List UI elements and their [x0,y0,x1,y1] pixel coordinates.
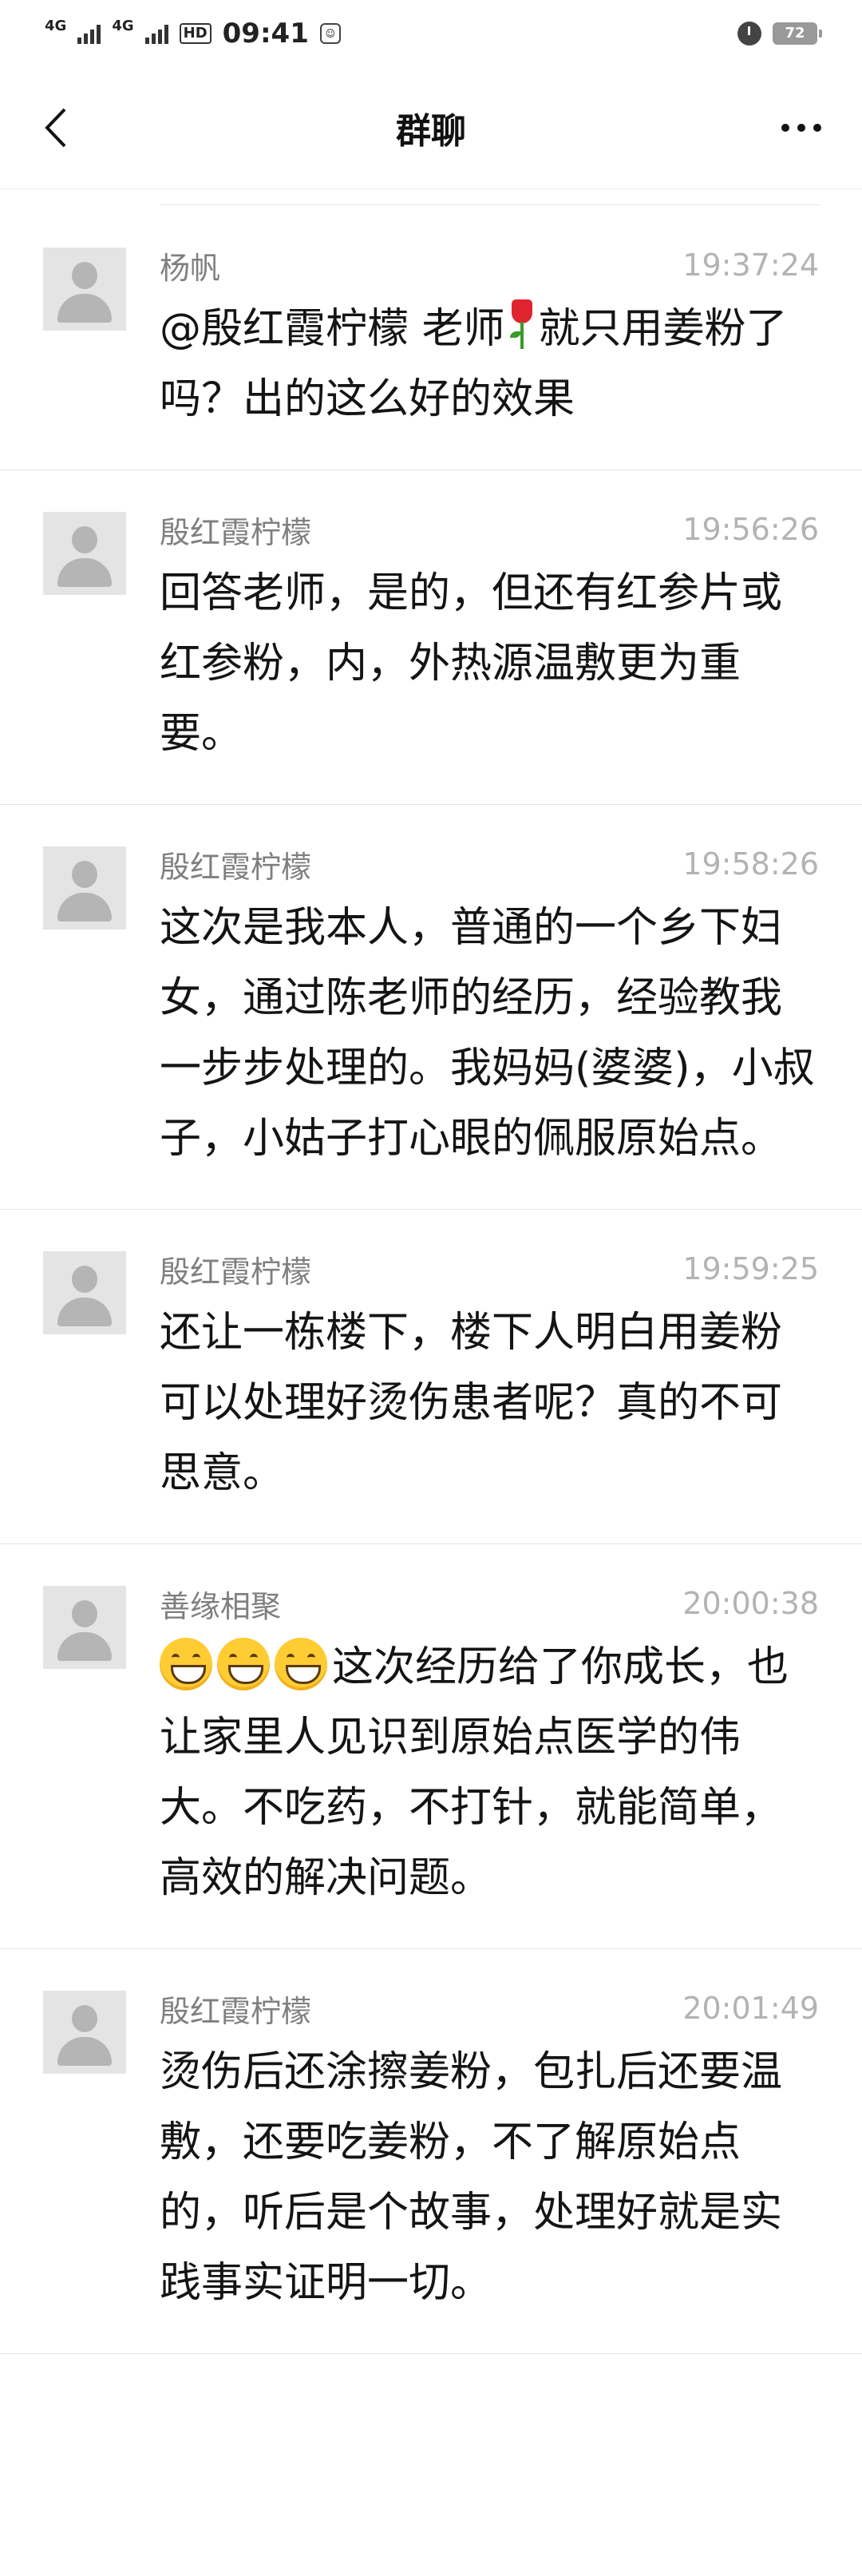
message-time: 19:56:26 [682,512,819,547]
hd-voice-icon: HD [179,23,212,44]
message-text: 烫伤后还涂擦姜粉，包扎后还要温敷，还要吃姜粉，不了解原始点的，听后是个故事，处理… [160,2048,783,2307]
message-time: 19:59:25 [682,1251,819,1286]
message-time: 19:58:26 [682,846,819,882]
nav-bar: 群聊 [0,67,862,189]
chat-message[interactable]: 殷红霞柠檬 19:59:25 还让一栋楼下，楼下人明白用姜粉可以处理好烫伤患者呢… [0,1210,862,1544]
chat-message[interactable]: 殷红霞柠檬 20:01:49 烫伤后还涂擦姜粉，包扎后还要温敷，还要吃姜粉，不了… [0,1949,862,2354]
more-options-button[interactable] [769,104,833,152]
chat-message[interactable]: 殷红霞柠檬 19:56:26 回答老师，是的，但还有红参片或红参粉，内，外热源温… [0,470,862,805]
signal-icon-2 [144,23,168,44]
message-time: 20:01:49 [682,1991,819,2026]
network-type-label: 4G [45,17,67,34]
avatar[interactable] [43,846,126,929]
avatar[interactable] [43,248,126,331]
more-dot-icon [797,124,805,132]
message-text: 这次经历给了你成长，也让家里人见识到原始点医学的伟大。不吃药，不打针，就能简单，… [160,1632,819,1913]
back-button[interactable] [32,104,80,152]
battery-icon: 72 [773,22,822,45]
back-arrow-icon [45,108,66,148]
network-type-label-2: 4G [112,17,134,34]
status-bar: 4G 4G HD 09:41 ☺ 72 [0,0,862,67]
avatar[interactable] [43,1991,126,2074]
avatar[interactable] [43,1586,126,1669]
alarm-icon [737,22,761,46]
chat-message[interactable]: 善缘相聚 20:00:38 这次经历给了你成长，也让家里人见识到原始点医学的伟大… [0,1544,862,1949]
notification-icon: ☺ [319,23,341,44]
message-time: 19:37:24 [682,248,819,283]
message-time: 20:00:38 [682,1586,819,1621]
chat-message[interactable]: 杨帆 19:37:24 @殷红霞柠檬 老师 就只用姜粉了吗？出的这么好的效果 [0,206,862,470]
message-text-part: @殷红霞柠檬 老师 [160,305,505,353]
message-feed[interactable]: 杨帆 19:37:24 @殷红霞柠檬 老师 就只用姜粉了吗？出的这么好的效果 殷红… [0,206,862,2354]
message-text: 这次是我本人，普通的一个乡下妇女，通过陈老师的经历，经验教我一步步处理的。我妈妈… [160,904,815,1163]
avatar[interactable] [43,1251,126,1334]
status-time: 09:41 [222,18,309,50]
sender-name: 杨帆 [160,250,221,286]
sender-name: 殷红霞柠檬 [160,1993,312,2029]
grinning-face-emoji-icon [217,1638,270,1690]
signal-icon [77,23,101,44]
sender-name: 殷红霞柠檬 [160,514,312,550]
sender-name: 殷红霞柠檬 [160,1254,312,1290]
rose-emoji-icon [509,299,534,351]
divider [160,204,820,205]
more-dot-icon [781,124,789,132]
more-dot-icon [813,124,821,132]
sender-name: 殷红霞柠檬 [160,849,312,885]
page-title: 群聊 [396,111,466,152]
grinning-face-emoji-icon [275,1638,327,1690]
message-text: @殷红霞柠檬 老师 就只用姜粉了吗？出的这么好的效果 [160,294,819,434]
message-text: 还让一栋楼下，楼下人明白用姜粉可以处理好烫伤患者呢？真的不可思意。 [160,1309,783,1497]
chat-message[interactable]: 殷红霞柠檬 19:58:26 这次是我本人，普通的一个乡下妇女，通过陈老师的经历… [0,805,862,1210]
avatar[interactable] [43,512,126,595]
grinning-face-emoji-icon [160,1638,212,1690]
message-text: 回答老师，是的，但还有红参片或红参粉，内，外热源温敷更为重要。 [160,569,783,758]
sender-name: 善缘相聚 [160,1588,282,1624]
